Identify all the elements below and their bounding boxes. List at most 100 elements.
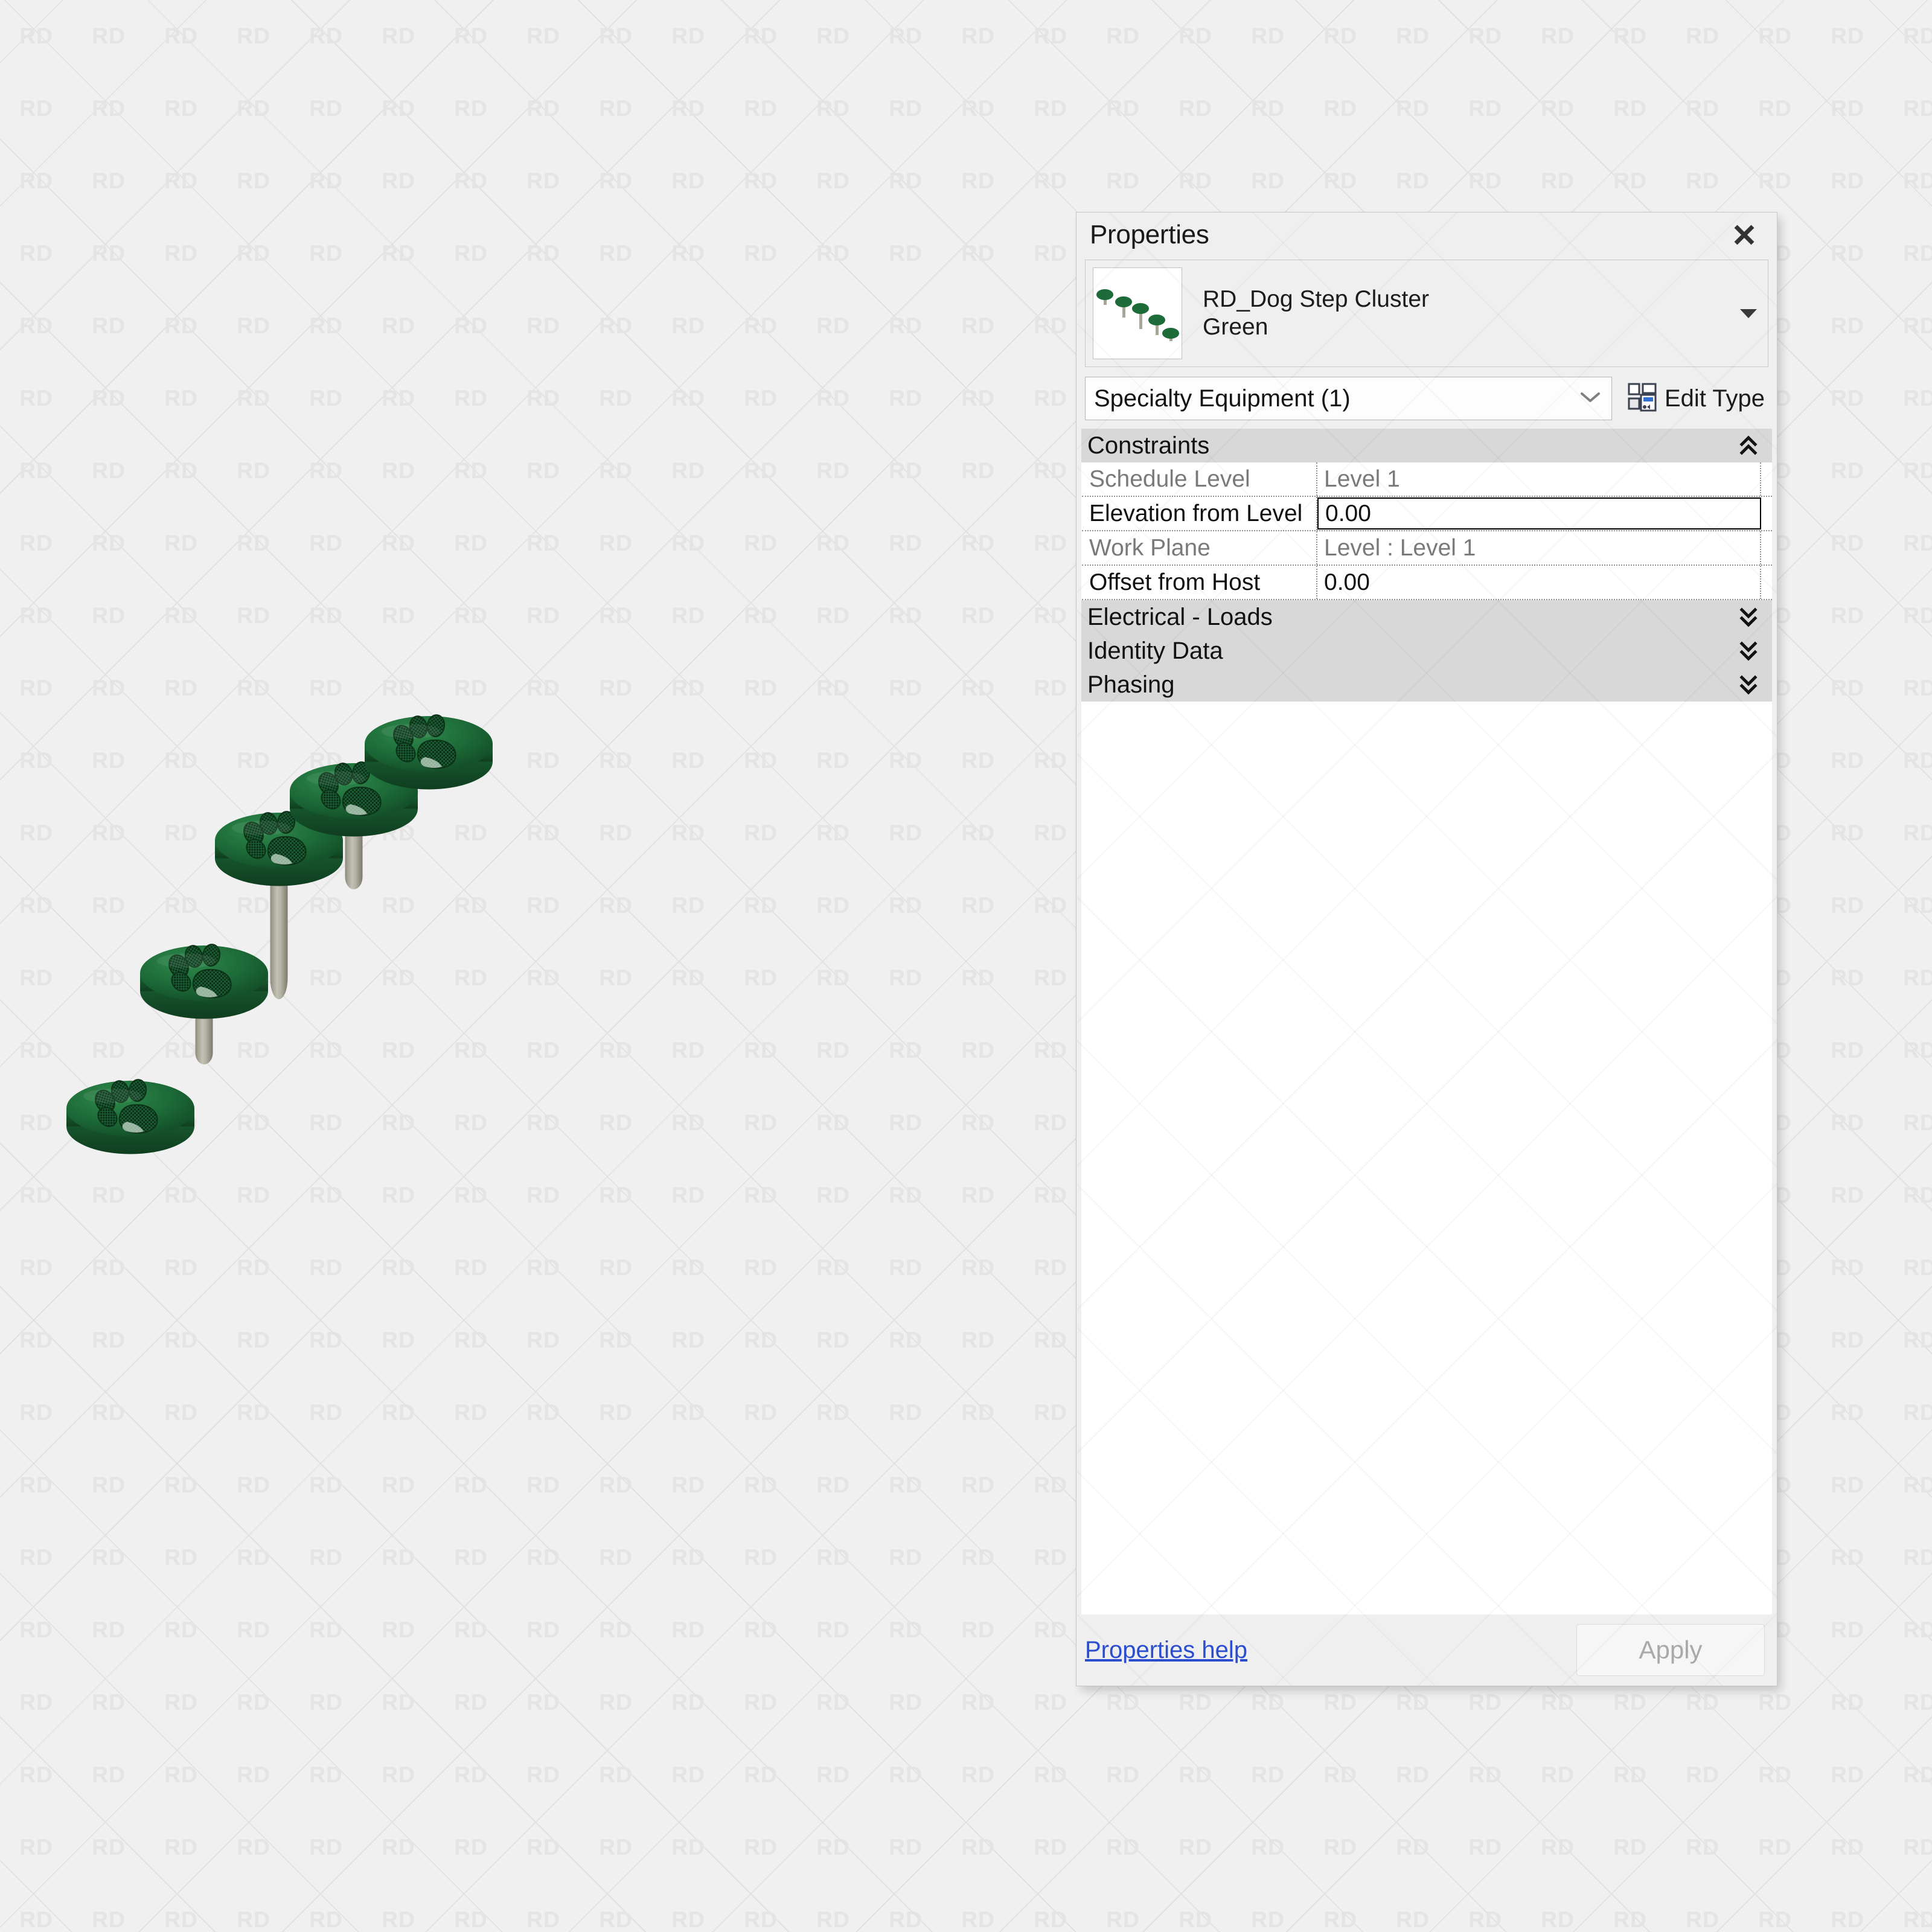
watermark-tile: RD: [526, 676, 560, 700]
watermark-tile: RD: [526, 748, 560, 773]
watermark-tile: RD: [889, 1038, 923, 1063]
watermark-tile: RD: [961, 965, 995, 990]
watermark-tile: RD: [1396, 1907, 1430, 1932]
watermark-tile: RD: [744, 1255, 778, 1280]
property-group-header-electrical-loads[interactable]: Electrical - Loads: [1081, 600, 1772, 634]
watermark-tile: RD: [1541, 24, 1575, 48]
property-value-input-active[interactable]: 0.00: [1317, 497, 1761, 529]
property-group-label: Constraints: [1087, 432, 1210, 459]
property-row[interactable]: Schedule Level Level 1: [1082, 462, 1772, 497]
watermark-tile: RD: [92, 965, 126, 990]
property-groups: Constraints Schedule Level Level 1 Elevati…: [1081, 429, 1772, 1614]
watermark-tile: RD: [526, 1183, 560, 1208]
watermark-tile: RD: [454, 96, 488, 121]
watermark-tile: RD: [237, 24, 270, 48]
watermark-tile: RD: [454, 168, 488, 193]
close-icon[interactable]: [1727, 218, 1761, 252]
property-value[interactable]: 0.00: [1317, 566, 1761, 599]
watermark-tile: RD: [526, 1690, 560, 1715]
watermark-tile: RD: [816, 965, 850, 990]
watermark-tile: RD: [816, 1545, 850, 1570]
watermark-tile: RD: [744, 1907, 778, 1932]
watermark-tile: RD: [1903, 168, 1932, 193]
watermark-tile: RD: [1034, 820, 1067, 845]
watermark-tile: RD: [599, 168, 633, 193]
watermark-tile: RD: [1903, 386, 1932, 411]
apply-button[interactable]: Apply: [1576, 1624, 1765, 1676]
type-selector[interactable]: RD_Dog Step Cluster Green: [1085, 260, 1768, 367]
watermark-tile: RD: [889, 965, 923, 990]
double-chevron-down-icon[interactable]: [1738, 641, 1759, 661]
watermark-tile: RD: [1831, 386, 1864, 411]
watermark-tile: RD: [599, 1255, 633, 1280]
watermark-tile: RD: [961, 1835, 995, 1860]
watermark-tile: RD: [1034, 1617, 1067, 1642]
property-row[interactable]: Offset from Host 0.00: [1082, 566, 1772, 600]
triangle-down-icon[interactable]: [1735, 307, 1762, 319]
watermark-tile: RD: [671, 1907, 705, 1932]
watermark-tile: RD: [526, 1617, 560, 1642]
type-family-name: RD_Dog Step Cluster: [1203, 286, 1429, 313]
watermark-tile: RD: [526, 1835, 560, 1860]
watermark-tile: RD: [1613, 96, 1647, 121]
double-chevron-up-icon[interactable]: [1738, 435, 1759, 456]
watermark-tile: RD: [816, 603, 850, 628]
watermark-tile: RD: [1831, 1545, 1864, 1570]
property-group-header-phasing[interactable]: Phasing: [1081, 668, 1772, 702]
watermark-tile: RD: [19, 531, 53, 555]
double-chevron-down-icon[interactable]: [1738, 607, 1759, 627]
watermark-tile: RD: [1903, 820, 1932, 845]
watermark-tile: RD: [1323, 1907, 1357, 1932]
properties-panel[interactable]: Properties RD_Dog Step Cluster Green Spe…: [1076, 213, 1777, 1686]
watermark-tile: RD: [92, 603, 126, 628]
dog-step-1[interactable]: [66, 1079, 194, 1154]
watermark-tile: RD: [816, 820, 850, 845]
property-row[interactable]: Elevation from Level 0.00: [1082, 497, 1772, 531]
watermark-tile: RD: [164, 676, 198, 700]
watermark-tile: RD: [744, 531, 778, 555]
watermark-tile: RD: [1541, 168, 1575, 193]
property-group-header-constraints[interactable]: Constraints: [1081, 429, 1772, 462]
watermark-tile: RD: [92, 386, 126, 411]
watermark-tile: RD: [744, 1473, 778, 1497]
watermark-tile: RD: [889, 1400, 923, 1425]
watermark-tile: RD: [889, 386, 923, 411]
watermark-tile: RD: [92, 313, 126, 338]
watermark-tile: RD: [454, 1255, 488, 1280]
property-group-header-identity-data[interactable]: Identity Data: [1081, 634, 1772, 668]
watermark-tile: RD: [1613, 1762, 1647, 1787]
watermark-tile: RD: [1831, 1328, 1864, 1352]
watermark-tile: RD: [1034, 386, 1067, 411]
category-select-label: Specialty Equipment (1): [1094, 385, 1351, 412]
watermark-tile: RD: [816, 1255, 850, 1280]
watermark-tile: RD: [526, 965, 560, 990]
property-row[interactable]: Work Plane Level : Level 1: [1082, 531, 1772, 566]
watermark-tile: RD: [1903, 1835, 1932, 1860]
watermark-tile: RD: [526, 313, 560, 338]
watermark-tile: RD: [237, 1473, 270, 1497]
watermark-tile: RD: [1903, 965, 1932, 990]
watermark-tile: RD: [816, 24, 850, 48]
watermark-tile: RD: [19, 820, 53, 845]
watermark-tile: RD: [744, 1545, 778, 1570]
dog-step-5[interactable]: [365, 714, 493, 790]
watermark-tile: RD: [1034, 1183, 1067, 1208]
properties-help-link[interactable]: Properties help: [1085, 1637, 1247, 1664]
watermark-tile: RD: [382, 1835, 415, 1860]
watermark-tile: RD: [526, 458, 560, 483]
edit-type-button[interactable]: Edit Type: [1624, 380, 1768, 417]
category-select[interactable]: Specialty Equipment (1): [1085, 377, 1612, 420]
watermark-tile: RD: [164, 603, 198, 628]
watermark-tile: RD: [1903, 603, 1932, 628]
watermark-tile: RD: [1323, 24, 1357, 48]
watermark-tile: RD: [961, 1762, 995, 1787]
watermark-tile: RD: [309, 168, 343, 193]
watermark-tile: RD: [889, 1762, 923, 1787]
watermark-tile: RD: [454, 1183, 488, 1208]
watermark-tile: RD: [454, 1907, 488, 1932]
watermark-tile: RD: [961, 676, 995, 700]
double-chevron-down-icon[interactable]: [1738, 674, 1759, 695]
watermark-tile: RD: [1831, 1835, 1864, 1860]
watermark-tile: RD: [671, 1690, 705, 1715]
watermark-tile: RD: [309, 241, 343, 266]
